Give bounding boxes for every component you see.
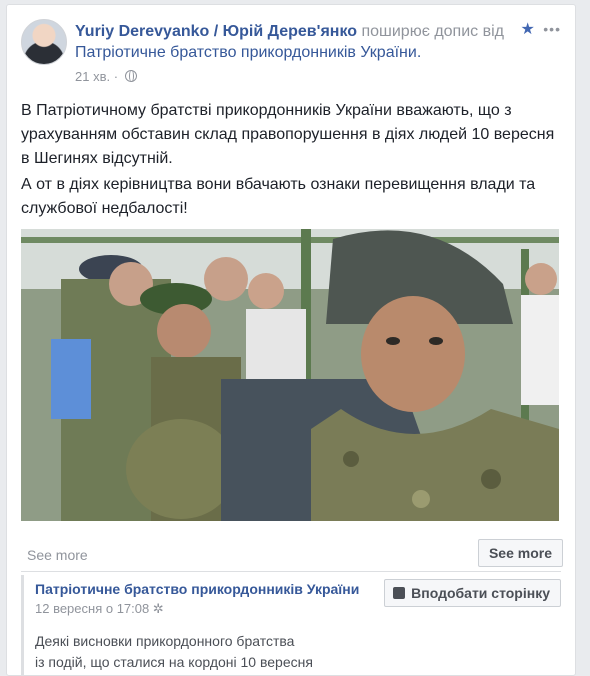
author-avatar[interactable] (21, 19, 67, 65)
see-more-button[interactable]: See more (477, 539, 563, 567)
soldiers-photo-illustration (21, 229, 559, 521)
like-page-button[interactable]: Вподобати сторінку (384, 579, 561, 607)
post-meta: 21 хв. · (75, 69, 137, 84)
shared-date[interactable]: 12 вересня о 17:08 (35, 601, 149, 616)
like-page-label: Вподобати сторінку (411, 585, 550, 601)
post-actions: ★ ••• (520, 19, 561, 39)
post-time[interactable]: 21 хв. (75, 69, 110, 84)
shares-text: поширює допис від (361, 23, 504, 40)
meta-separator: · (113, 69, 119, 84)
see-more-link[interactable]: See more (27, 547, 88, 563)
shared-post: Патріотичне братство прикордонників Укра… (21, 571, 561, 675)
settings-icon: ✲ (152, 601, 164, 616)
thumbs-up-icon (393, 587, 406, 599)
globe-icon (124, 70, 137, 82)
shared-desc-line-1: Деякі висновки прикордонного братства (35, 633, 295, 649)
shared-page-link[interactable]: Патріотичне братство прикордонників Укра… (75, 44, 421, 61)
shared-page-name[interactable]: Патріотичне братство прикордонників Укра… (35, 581, 359, 597)
post-paragraph-2: А от в діях керівництва вони вбачають оз… (21, 176, 536, 217)
post-paragraph-1: В Патріотичному братстві прикордонників … (21, 102, 555, 167)
shared-desc-line-2: із подій, що сталися на кордоні 10 верес… (35, 654, 313, 670)
post-card: Yuriy Derevyanko / Юрій Дерев'янко пошир… (6, 4, 576, 676)
post-photo[interactable] (21, 229, 559, 521)
post-header: Yuriy Derevyanko / Юрій Дерев'янко пошир… (21, 19, 561, 84)
post-headline: Yuriy Derevyanko / Юрій Дерев'янко пошир… (75, 21, 527, 63)
shared-meta: 12 вересня о 17:08 ✲ (35, 601, 164, 617)
author-name[interactable]: Yuriy Derevyanko / Юрій Дерев'янко (75, 23, 357, 40)
star-icon[interactable]: ★ (520, 21, 536, 38)
shared-description: Деякі висновки прикордонного братства із… (35, 631, 561, 673)
more-options-icon[interactable]: ••• (543, 21, 561, 37)
shared-quote-bar (21, 575, 24, 675)
